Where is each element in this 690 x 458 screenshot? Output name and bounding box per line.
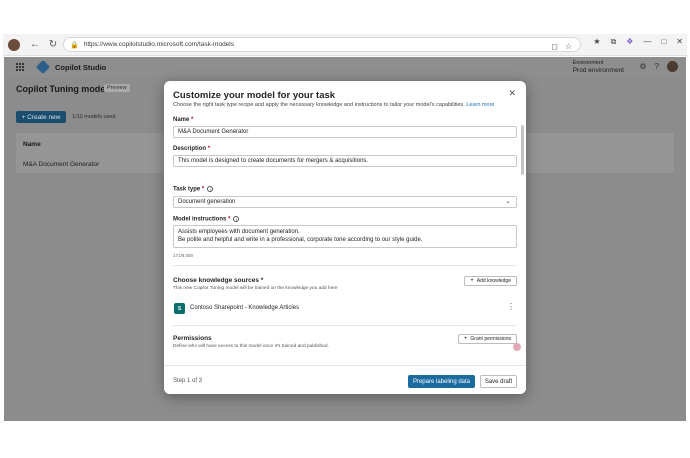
environment-picker[interactable]: Environment Prod environment [573,60,624,74]
copilot-icon[interactable]: ❖ [626,37,633,47]
instructions-line: Be polite and helpful and write in a pro… [178,236,423,243]
dialog-scrollbar[interactable] [521,125,524,175]
settings-gear-icon[interactable]: ⚙ [639,62,646,71]
knowledge-sources-subtitle: This new Copilot Tuning model will be tr… [173,286,338,291]
plus-icon: + [463,336,468,342]
task-type-dropdown[interactable]: Document generation ⌄ [173,196,517,208]
character-count: 171/8,000 [173,253,194,258]
description-label: Description * [173,146,211,152]
chevron-down-icon: ⌄ [505,198,511,205]
close-window-icon[interactable]: ✕ [676,37,683,47]
browser-toolbar: ← ↻ 🔒 https://www.copilotstudio.microsof… [3,34,687,56]
site-info-icon[interactable]: ◻ [551,42,558,51]
knowledge-sources-title: Choose knowledge sources * [173,277,264,284]
mouse-cursor [513,343,521,351]
dialog-footer: Step 1 of 3 Prepare labeling data Save d… [164,365,526,394]
save-draft-button[interactable]: Save draft [480,375,517,388]
lock-icon: 🔒 [70,41,79,49]
learn-more-link[interactable]: Learn more [466,102,494,108]
plus-icon: + [470,278,474,284]
window-controls: ★ ⧉ ❖ — □ ✕ [593,37,683,47]
address-bar[interactable]: 🔒 https://www.copilotstudio.microsoft.co… [63,37,581,52]
models-table: Name M&A Document Generator [16,133,170,173]
divider [173,265,517,266]
page-title: Copilot Tuning models [16,84,113,94]
task-type-value: Document generation [178,199,236,205]
step-indicator: Step 1 of 3 [173,378,203,384]
permissions-subtitle: Define who will have access to this mode… [173,344,329,349]
table-row[interactable]: M&A Document Generator [23,161,99,168]
sharepoint-icon: S [174,303,185,314]
app-header: Copilot Studio Environment Prod environm… [4,57,686,77]
knowledge-source-item: Contoso Sharepoint - Knowledge Articles [190,305,300,311]
environment-name: Prod environment [572,67,624,74]
table-header-name[interactable]: Name [23,141,41,148]
model-instructions-label: Model instructions * i [173,216,240,223]
copilot-studio-logo-icon [35,59,51,75]
environment-label: Environment [572,60,604,66]
description-field[interactable]: This model is designed to create documen… [173,155,517,167]
user-avatar[interactable] [667,61,678,72]
app-name: Copilot Studio [55,62,107,72]
dialog-subtitle-text: Choose the right task type recipe and ap… [173,102,465,108]
prepare-labeling-data-button[interactable]: Prepare labeling data [408,375,475,388]
minimize-icon[interactable]: — [643,37,651,47]
instructions-line: Assists employees with document generati… [178,229,300,235]
name-label: Name * [173,117,194,123]
collections-icon[interactable]: ⧉ [611,37,617,47]
preview-badge: Preview [104,84,130,92]
favorites-icon[interactable]: ★ [593,37,600,47]
dialog-subtitle: Choose the right task type recipe and ap… [173,102,494,108]
divider [173,325,517,326]
customize-model-dialog: Customize your model for your task ✕ Cho… [164,81,526,394]
info-icon[interactable]: i [233,216,240,222]
name-field[interactable]: M&A Document Generator [173,126,517,138]
models-table-right [524,133,674,173]
help-icon[interactable]: ? [655,62,659,71]
add-knowledge-button[interactable]: + Add knowledge [464,276,517,286]
maximize-icon[interactable]: □ [661,37,666,47]
models-used-count: 1/10 models used [72,114,116,120]
url-text: https://www.copilotstudio.microsoft.com/… [83,41,234,48]
task-type-label: Task type * i [173,186,214,193]
grant-permissions-button[interactable]: + Grant permissions [457,334,517,344]
create-new-button[interactable]: + Create new [16,111,66,123]
back-arrow-icon[interactable]: ← [28,38,42,52]
dialog-title: Customize your model for your task [173,90,336,101]
more-options-icon[interactable]: ⋮ [507,302,515,311]
app-launcher-icon[interactable] [14,61,26,73]
close-icon[interactable]: ✕ [508,88,516,99]
favorite-star-icon[interactable]: ☆ [565,42,572,51]
refresh-icon[interactable]: ↻ [46,38,60,52]
profile-avatar-icon[interactable] [8,38,20,51]
model-instructions-field[interactable]: Assists employees with document generati… [173,225,517,248]
info-icon[interactable]: i [207,186,214,192]
permissions-title: Permissions [173,335,212,342]
